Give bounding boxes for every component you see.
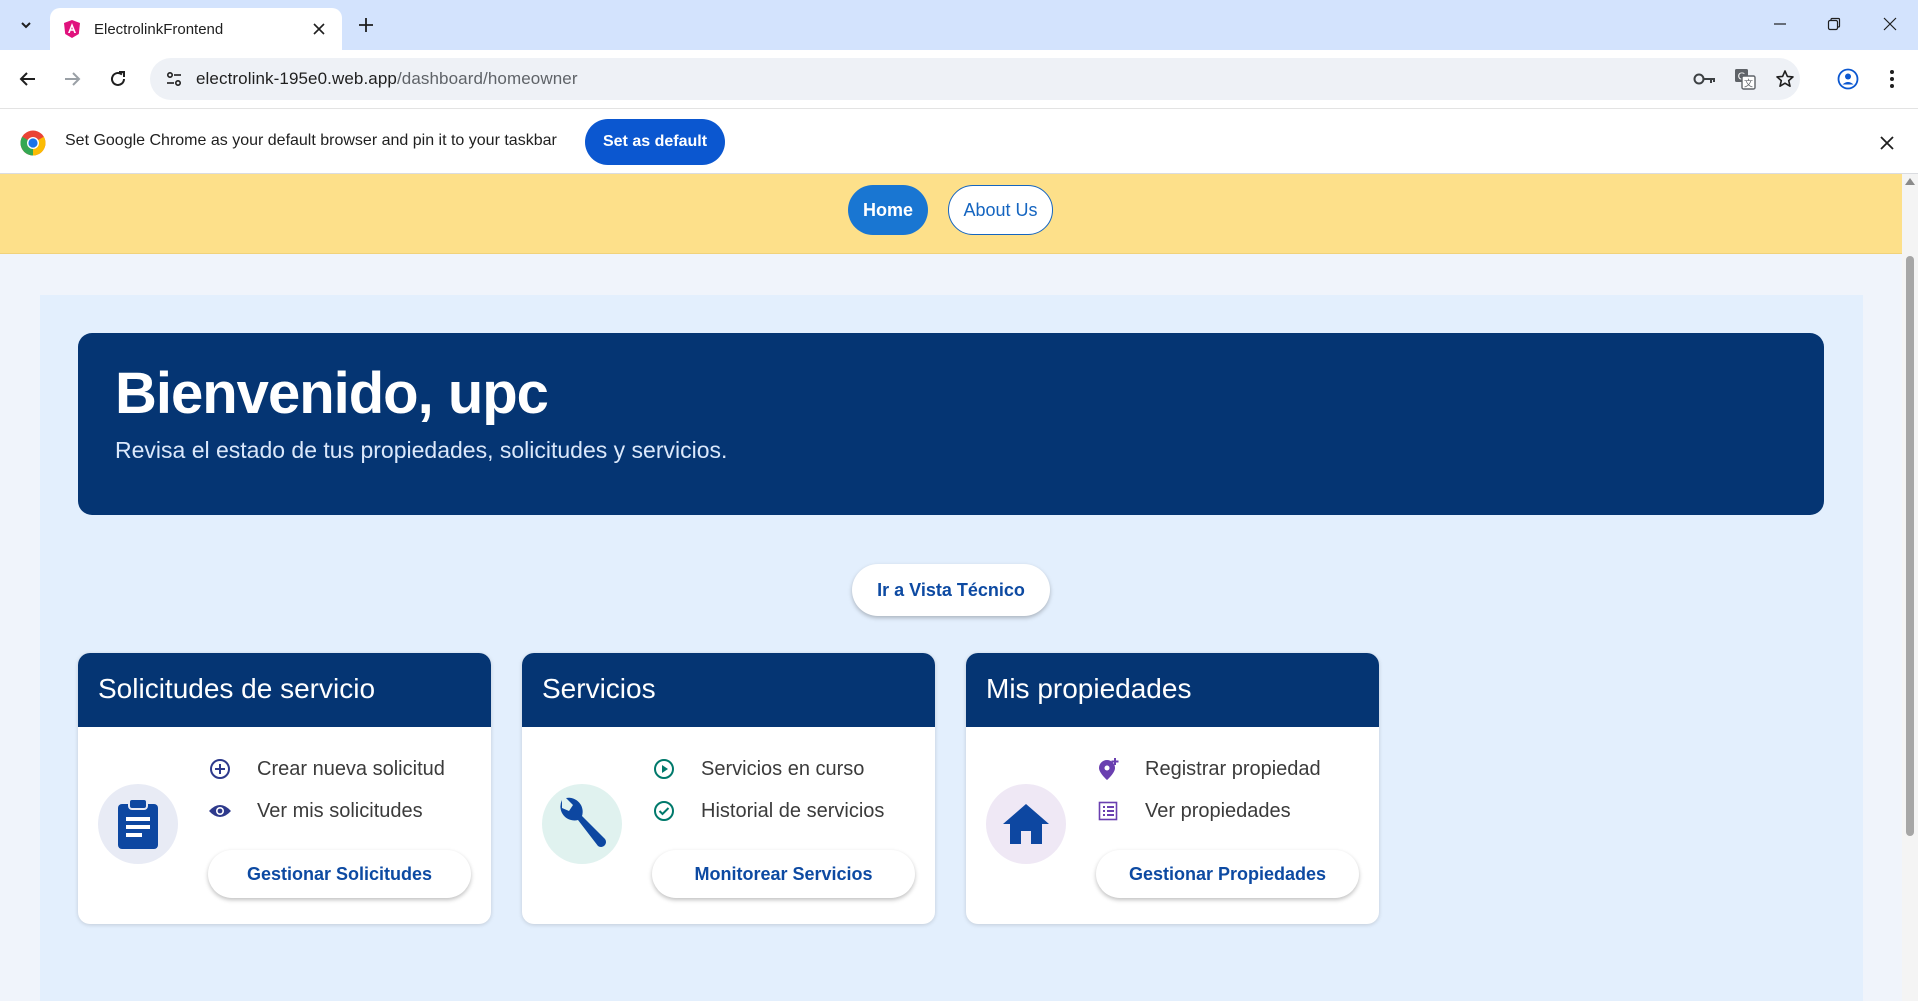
browser-tab[interactable]: ElectrolinkFrontend [50,8,342,50]
add-circle-icon [208,757,232,781]
new-tab-button[interactable] [352,11,380,39]
card-header: Mis propiedades [966,653,1379,727]
tab-title: ElectrolinkFrontend [94,20,224,38]
eye-icon [208,799,232,823]
monitor-services-button[interactable]: Monitorear Servicios [652,850,915,898]
chevron-down-icon [21,22,31,29]
close-icon [1883,17,1897,31]
close-tab-icon[interactable] [308,18,330,40]
card-header: Solicitudes de servicio [78,653,491,727]
technician-view-button[interactable]: Ir a Vista Técnico [852,564,1050,616]
restore-button[interactable] [1806,6,1862,42]
url-path: /dashboard/homeowner [396,69,578,88]
nav-about-button[interactable]: About Us [948,185,1053,235]
view-requests-item[interactable]: Ver mis solicitudes [208,799,423,823]
close-infobar-icon[interactable] [1875,131,1899,155]
play-circle-icon [652,757,676,781]
service-requests-card: Solicitudes de servicio Crear nueva soli… [78,653,491,924]
services-card: Servicios Servicios en curso Historial d… [522,653,935,924]
card-title: Mis propiedades [986,673,1192,704]
url-text: electrolink-195e0.web.app/dashboard/home… [196,69,578,89]
tab-strip: ElectrolinkFrontend [0,0,1918,50]
clipboard-icon [98,784,178,864]
house-icon [986,784,1066,864]
check-circle-icon [652,799,676,823]
angular-favicon-icon [64,20,80,38]
close-window-button[interactable] [1862,6,1918,42]
plus-icon [359,18,373,32]
chrome-logo-icon [20,130,46,156]
arrow-right-icon [65,72,81,86]
add-location-icon [1096,757,1120,781]
url-host: electrolink-195e0.web.app [196,69,397,88]
welcome-subtitle: Revisa el estado de tus propiedades, sol… [115,437,728,463]
site-navbar: Home About Us [0,174,1902,254]
reload-button[interactable] [102,63,134,95]
address-bar[interactable]: electrolink-195e0.web.app/dashboard/home… [150,58,1800,100]
arrow-left-icon [19,72,35,86]
service-history-item[interactable]: Historial de servicios [652,799,884,823]
site-info-icon[interactable] [162,67,186,91]
item-label: Ver mis solicitudes [257,799,423,822]
welcome-title: Bienvenido, upc [115,361,549,426]
password-key-icon[interactable] [1692,67,1718,91]
manage-properties-button[interactable]: Gestionar Propiedades [1096,850,1359,898]
browser-toolbar: electrolink-195e0.web.app/dashboard/home… [0,50,1918,108]
item-label: Servicios en curso [701,757,865,780]
profile-button[interactable] [1832,63,1864,95]
bookmark-star-icon[interactable] [1772,67,1798,91]
minimize-button[interactable] [1752,6,1808,42]
set-as-default-button[interactable]: Set as default [585,119,725,165]
page-viewport: Home About Us Bienvenido, upc Revisa el … [0,174,1902,1001]
item-label: Ver propiedades [1145,799,1291,822]
item-label: Registrar propiedad [1145,757,1321,780]
services-in-progress-item[interactable]: Servicios en curso [652,757,864,781]
svg-text:文: 文 [1744,78,1753,90]
reload-icon [111,71,125,86]
list-icon [1096,799,1120,823]
item-label: Crear nueva solicitud [257,757,445,780]
forward-button[interactable] [56,63,88,95]
register-property-item[interactable]: Registrar propiedad [1096,757,1321,781]
manage-requests-button[interactable]: Gestionar Solicitudes [208,850,471,898]
back-button[interactable] [12,63,44,95]
card-header: Servicios [522,653,935,727]
more-vert-icon [1890,70,1894,88]
card-title: Servicios [542,673,656,704]
properties-card: Mis propiedades Registrar propiedad Ver … [966,653,1379,924]
scroll-up-arrow-icon[interactable] [1905,178,1915,185]
tab-search-button[interactable] [10,10,42,40]
restore-icon [1827,17,1841,31]
create-request-item[interactable]: Crear nueva solicitud [208,757,445,781]
default-browser-infobar: Set Google Chrome as your default browse… [0,108,1918,174]
minimize-icon [1774,23,1786,25]
view-properties-item[interactable]: Ver propiedades [1096,799,1291,823]
nav-home-button[interactable]: Home [848,185,928,235]
scroll-thumb[interactable] [1906,256,1914,836]
page-scrollbar[interactable] [1902,174,1918,1001]
profile-icon [1837,68,1859,90]
card-title: Solicitudes de servicio [98,673,376,704]
welcome-banner: Bienvenido, upc Revisa el estado de tus … [78,333,1824,515]
infobar-message: Set Google Chrome as your default browse… [65,132,557,149]
wrench-icon [542,784,622,864]
translate-icon[interactable]: G文 [1732,67,1758,91]
menu-button[interactable] [1876,63,1908,95]
item-label: Historial de servicios [701,799,885,822]
